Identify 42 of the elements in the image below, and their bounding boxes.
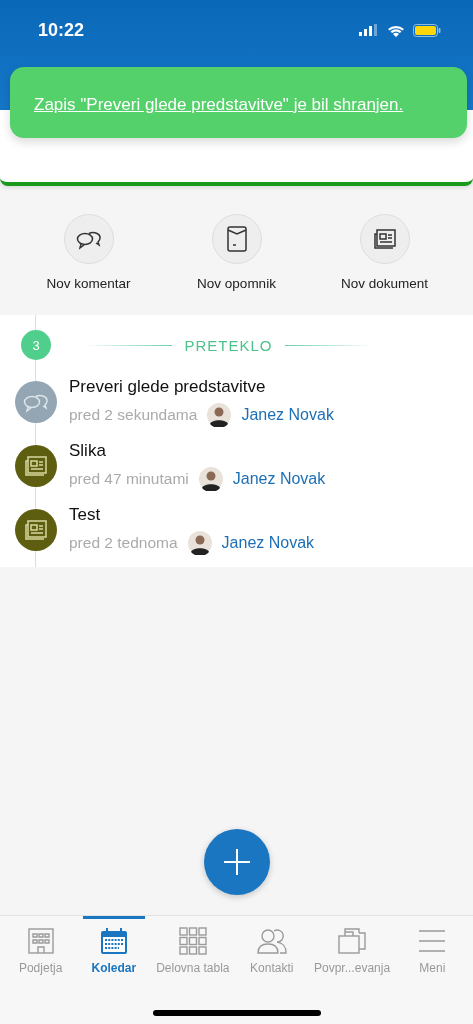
briefcase-icon <box>337 927 368 955</box>
tab-bar-item[interactable]: Koledar <box>82 916 145 975</box>
battery-icon <box>413 23 441 37</box>
reminder-icon <box>225 225 248 253</box>
avatar <box>198 467 223 491</box>
people-icon <box>256 927 287 955</box>
newspaper-icon <box>24 455 48 477</box>
signal-icon <box>359 24 379 36</box>
entry-time: pred 47 minutami <box>69 470 189 488</box>
grid-icon <box>178 927 207 955</box>
building-icon <box>26 927 55 955</box>
action-label: Nov opomnik <box>197 276 276 291</box>
tab-bar-item[interactable]: Delovna tabla <box>156 916 230 975</box>
action-label: Nov komentar <box>46 276 131 291</box>
action-button[interactable] <box>359 214 410 264</box>
add-button[interactable] <box>203 829 270 895</box>
avatar <box>207 403 232 427</box>
section-title: PRETEKLO <box>184 336 273 354</box>
avatar <box>187 531 212 555</box>
status-time: 10:22 <box>38 19 85 41</box>
tab-bar-item[interactable]: Povpr...evanja <box>314 916 391 975</box>
author-link[interactable]: Janez Novak <box>221 534 315 552</box>
tab-bar-item[interactable]: Kontakti <box>240 916 303 975</box>
author-link[interactable]: Janez Novak <box>232 470 326 488</box>
menu-icon <box>418 927 447 955</box>
entry-title[interactable]: Slika <box>69 441 326 461</box>
newspaper-icon <box>24 519 48 541</box>
entry-time: pred 2 tednoma <box>69 534 178 552</box>
plus-icon <box>223 849 250 875</box>
action-button[interactable] <box>63 214 114 264</box>
wifi-icon <box>387 23 405 37</box>
entry-title[interactable]: Preveri glede predstavitve <box>69 377 334 397</box>
count-badge: 3 <box>21 330 51 360</box>
calendar-icon <box>99 927 128 955</box>
tab-bar-item[interactable]: Meni <box>401 916 464 975</box>
entry-title[interactable]: Test <box>69 505 315 525</box>
tab-bar-item[interactable]: Podjetja <box>9 916 72 975</box>
entry-time: pred 2 sekundama <box>69 406 198 424</box>
action-button[interactable] <box>211 214 262 264</box>
action-label: Nov dokument <box>340 276 428 291</box>
author-link[interactable]: Janez Novak <box>241 406 334 424</box>
newspaper-icon <box>372 228 397 250</box>
